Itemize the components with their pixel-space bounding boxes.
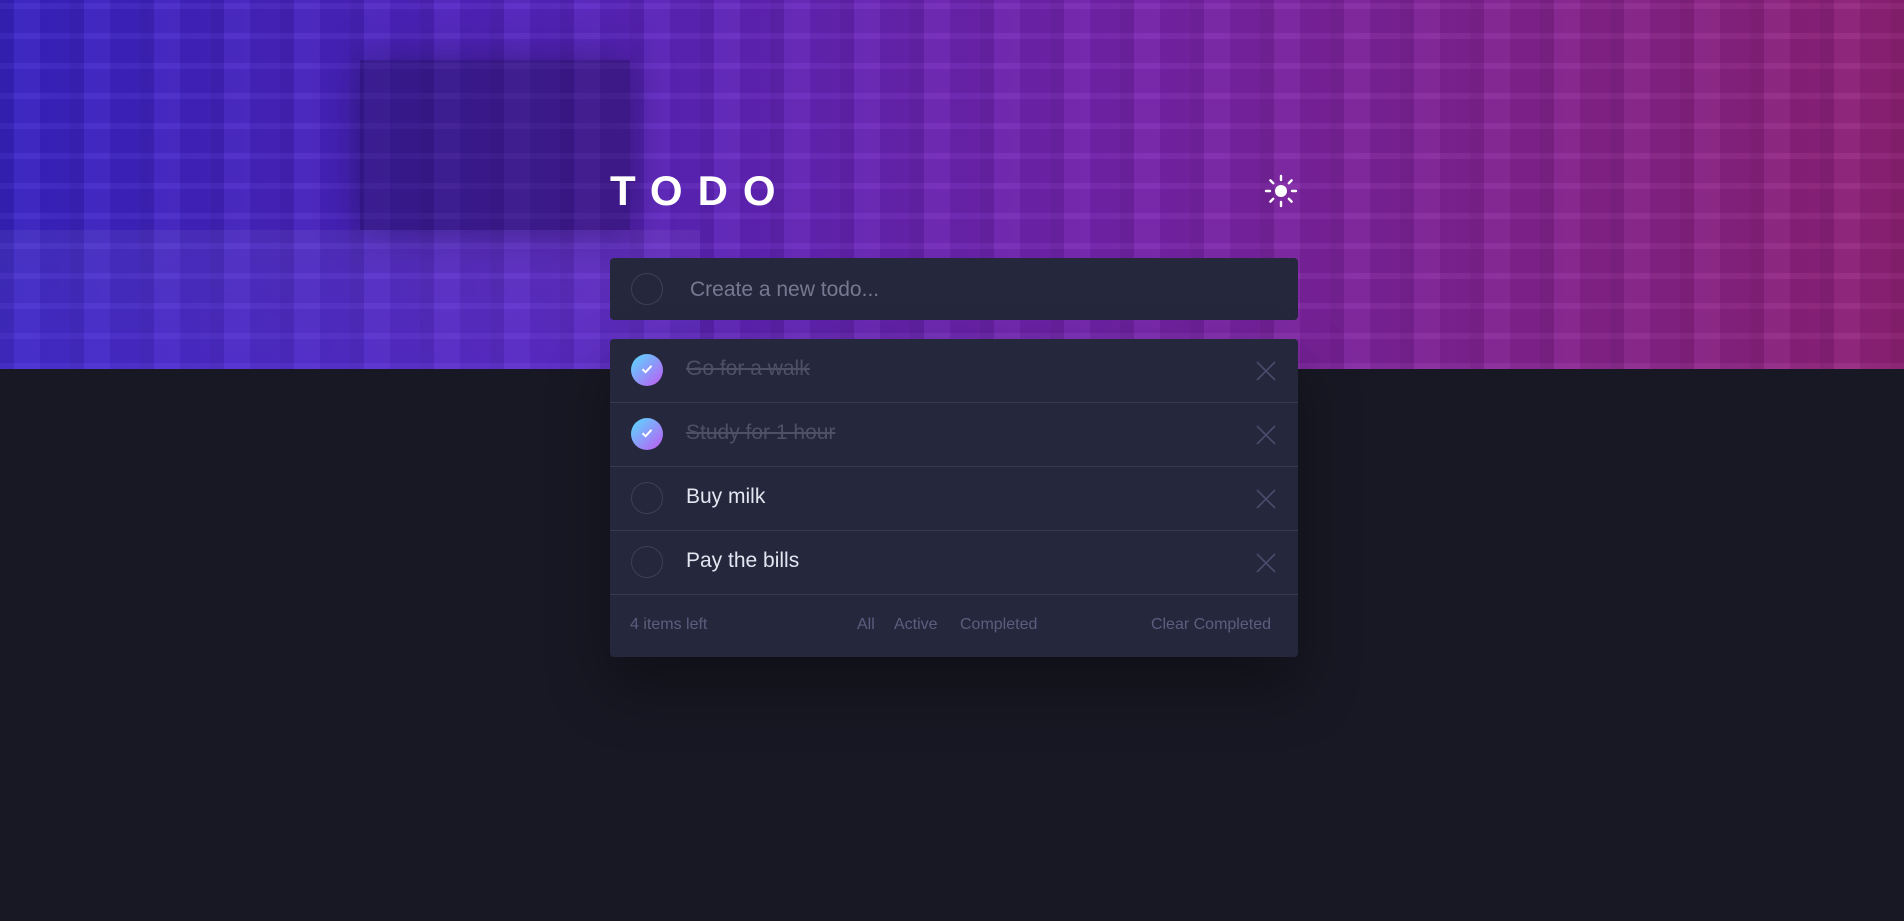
todo-text: Study for 1 hour bbox=[686, 421, 836, 444]
items-left-count: 4 items left bbox=[630, 616, 708, 633]
todo-item: Buy milk bbox=[610, 467, 1298, 531]
filter-active-button[interactable]: Active bbox=[894, 616, 938, 634]
close-icon[interactable] bbox=[1254, 551, 1278, 575]
filter-all-button[interactable]: All bbox=[857, 616, 875, 634]
sun-icon bbox=[1264, 174, 1298, 208]
todo-text: Buy milk bbox=[686, 485, 766, 508]
new-todo-bar bbox=[610, 258, 1298, 320]
todo-list: Go for a walk Study for 1 hour Buy milk bbox=[610, 339, 1298, 657]
close-icon[interactable] bbox=[1254, 487, 1278, 511]
todo-checkbox[interactable] bbox=[631, 482, 663, 514]
todo-checkbox[interactable] bbox=[631, 546, 663, 578]
close-icon[interactable] bbox=[1254, 359, 1278, 383]
todo-checkbox[interactable] bbox=[631, 354, 663, 386]
new-todo-input[interactable] bbox=[688, 272, 1272, 308]
todo-text: Pay the bills bbox=[686, 549, 800, 572]
check-icon bbox=[641, 429, 653, 438]
app-title: TODO bbox=[610, 167, 791, 214]
clear-completed-button[interactable]: Clear Completed bbox=[1151, 616, 1271, 634]
todo-text: Go for a walk bbox=[686, 357, 810, 380]
app-header: TODO bbox=[610, 168, 1298, 214]
check-icon bbox=[641, 365, 653, 374]
todo-item: Go for a walk bbox=[610, 339, 1298, 403]
todo-footer: 4 items left All Active Completed Clear … bbox=[610, 595, 1298, 657]
todo-item: Study for 1 hour bbox=[610, 403, 1298, 467]
filter-completed-button[interactable]: Completed bbox=[960, 616, 1037, 634]
todo-checkbox[interactable] bbox=[631, 418, 663, 450]
new-todo-check-circle[interactable] bbox=[631, 273, 663, 305]
hero-floor-decoration bbox=[0, 230, 700, 369]
todo-item: Pay the bills bbox=[610, 531, 1298, 595]
theme-toggle-button[interactable] bbox=[1264, 174, 1298, 208]
close-icon[interactable] bbox=[1254, 423, 1278, 447]
